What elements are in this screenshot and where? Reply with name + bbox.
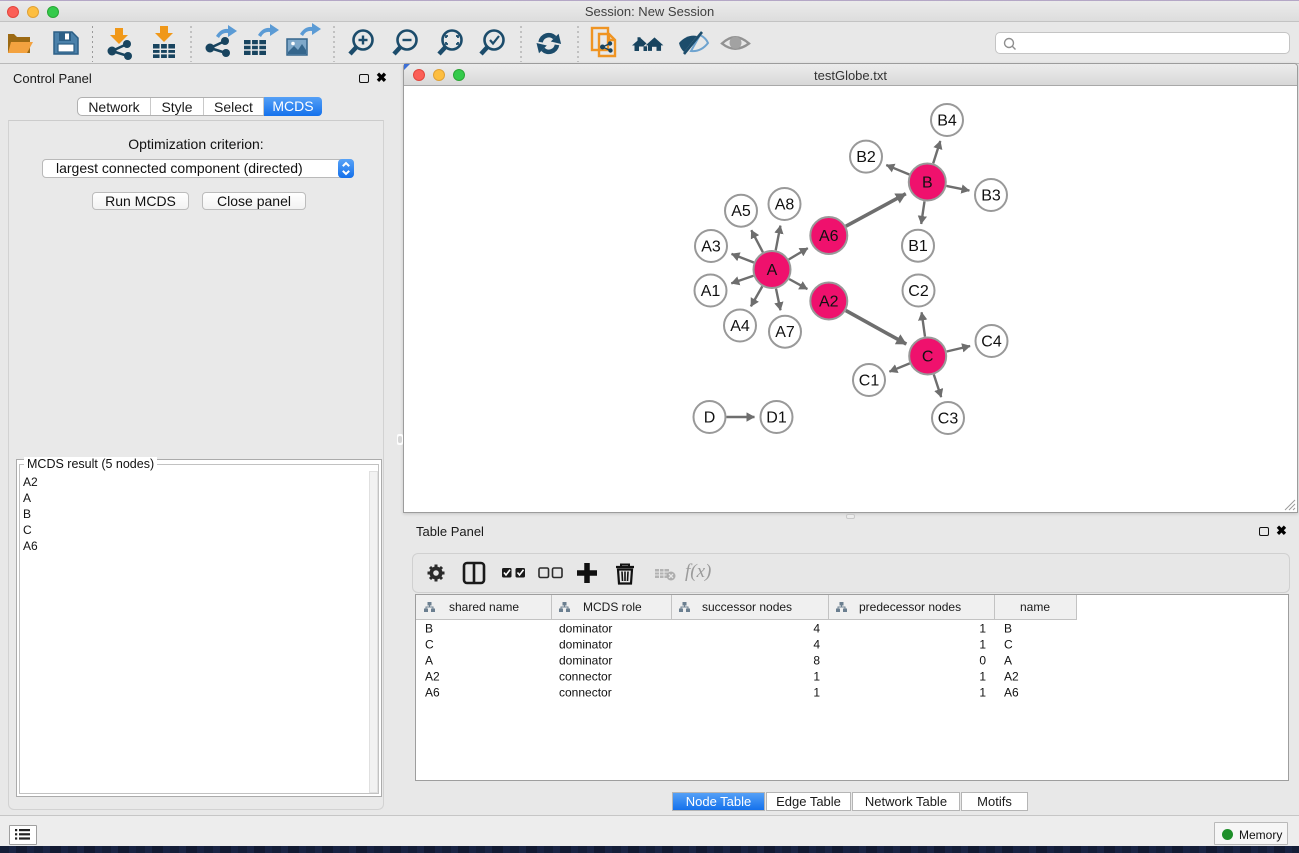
svg-text:C: C <box>1004 638 1013 652</box>
svg-text:dominator: dominator <box>559 622 612 636</box>
svg-text:1: 1 <box>813 686 820 700</box>
svg-text:1: 1 <box>813 670 820 684</box>
svg-text:1: 1 <box>979 638 986 652</box>
svg-text:connector: connector <box>559 670 612 684</box>
svg-text:C2: C2 <box>908 283 929 300</box>
svg-text:8: 8 <box>813 654 820 668</box>
svg-text:dominator: dominator <box>559 638 612 652</box>
svg-text:D: D <box>704 410 716 427</box>
svg-text:A2: A2 <box>425 670 440 684</box>
svg-text:shared name: shared name <box>449 600 519 614</box>
svg-text:B: B <box>425 622 433 636</box>
svg-text:A8: A8 <box>775 197 795 214</box>
svg-text:A6: A6 <box>425 686 440 700</box>
svg-text:A4: A4 <box>730 318 750 335</box>
svg-text:A7: A7 <box>775 324 795 341</box>
svg-text:C1: C1 <box>859 373 880 390</box>
svg-text:1: 1 <box>979 670 986 684</box>
svg-text:1: 1 <box>979 686 986 700</box>
svg-text:A2: A2 <box>1004 670 1019 684</box>
svg-text:MCDS role: MCDS role <box>583 600 642 614</box>
svg-text:1: 1 <box>979 622 986 636</box>
svg-text:A: A <box>1004 654 1012 668</box>
svg-text:4: 4 <box>813 622 820 636</box>
svg-text:D1: D1 <box>766 410 787 427</box>
svg-text:A2: A2 <box>819 294 839 311</box>
svg-text:C4: C4 <box>981 334 1002 351</box>
svg-text:B: B <box>1004 622 1012 636</box>
svg-text:name: name <box>1020 600 1050 614</box>
svg-text:A1: A1 <box>701 283 721 300</box>
svg-text:A3: A3 <box>701 239 721 256</box>
svg-text:A6: A6 <box>819 228 839 245</box>
svg-text:C: C <box>425 638 434 652</box>
svg-text:B2: B2 <box>856 149 876 166</box>
svg-text:A5: A5 <box>731 203 751 220</box>
svg-text:successor nodes: successor nodes <box>702 600 792 614</box>
svg-text:A: A <box>767 262 778 279</box>
svg-text:connector: connector <box>559 686 612 700</box>
svg-text:A6: A6 <box>1004 686 1019 700</box>
svg-text:A: A <box>425 654 433 668</box>
svg-text:B: B <box>922 175 933 192</box>
svg-text:C: C <box>922 349 934 366</box>
svg-text:B3: B3 <box>981 188 1001 205</box>
svg-text:C3: C3 <box>938 411 959 428</box>
svg-text:4: 4 <box>813 638 820 652</box>
svg-text:dominator: dominator <box>559 654 612 668</box>
svg-text:predecessor nodes: predecessor nodes <box>859 600 961 614</box>
svg-text:0: 0 <box>979 654 986 668</box>
svg-text:B4: B4 <box>937 113 957 130</box>
svg-text:B1: B1 <box>908 238 928 255</box>
